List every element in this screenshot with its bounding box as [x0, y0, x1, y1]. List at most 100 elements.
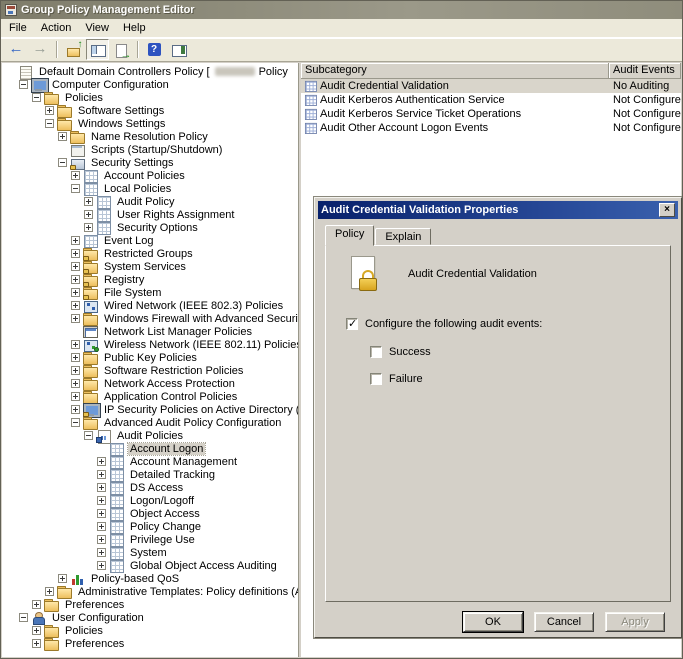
expander-plus-icon[interactable] — [32, 639, 41, 648]
tree-item[interactable]: Restricted Groups — [2, 247, 298, 261]
expander-plus-icon[interactable] — [97, 483, 106, 492]
expander-plus-icon[interactable] — [97, 522, 106, 531]
tree-item[interactable]: Default Domain Controllers Policy [Polic… — [2, 65, 298, 80]
expander-plus-icon[interactable] — [32, 600, 41, 609]
column-header-audit-events[interactable]: Audit Events — [609, 63, 681, 78]
tree-item[interactable]: Global Object Access Auditing — [2, 559, 298, 573]
show-action-pane-button[interactable] — [167, 39, 190, 60]
tree-item[interactable]: Policies — [2, 624, 298, 638]
expander-plus-icon[interactable] — [97, 535, 106, 544]
expander-plus-icon[interactable] — [97, 509, 106, 518]
tree-item[interactable]: File System — [2, 286, 298, 300]
expander-minus-icon[interactable] — [84, 431, 93, 440]
expander-plus-icon[interactable] — [71, 262, 80, 271]
tree-item[interactable]: Audit Policies — [2, 429, 298, 444]
tree-item[interactable]: Local Policies — [2, 182, 298, 196]
cancel-button[interactable]: Cancel — [534, 612, 594, 632]
expander-minus-icon[interactable] — [58, 158, 67, 167]
list-row[interactable]: Audit Other Account Logon Events Not Conf… — [301, 121, 681, 135]
tree-item[interactable]: Network Access Protection — [2, 377, 298, 391]
tree-item[interactable]: Security Options — [2, 221, 298, 235]
tree-item[interactable]: Application Control Policies — [2, 390, 298, 404]
show-console-tree-button[interactable] — [86, 39, 109, 60]
expander-plus-icon[interactable] — [97, 470, 106, 479]
success-checkbox[interactable] — [370, 346, 382, 358]
expander-plus-icon[interactable] — [45, 587, 54, 596]
expander-plus-icon[interactable] — [71, 301, 80, 310]
forward-button[interactable] — [29, 39, 52, 60]
failure-checkbox[interactable] — [370, 373, 382, 385]
tree-item[interactable]: Privilege Use — [2, 533, 298, 547]
tab-policy[interactable]: Policy — [325, 225, 375, 246]
help-button[interactable] — [143, 39, 166, 60]
expander-plus-icon[interactable] — [58, 132, 67, 141]
expander-minus-icon[interactable] — [45, 119, 54, 128]
ok-button[interactable]: OK — [463, 612, 523, 632]
tree-item[interactable]: System Services — [2, 260, 298, 274]
tree-item[interactable]: Name Resolution Policy — [2, 130, 298, 144]
tree-item[interactable]: Wireless Network (IEEE 802.11) Policies — [2, 338, 298, 352]
expander-plus-icon[interactable] — [84, 197, 93, 206]
expander-plus-icon[interactable] — [71, 392, 80, 401]
dialog-close-button[interactable]: × — [659, 203, 675, 217]
tree-item[interactable]: Audit Policy — [2, 195, 298, 209]
menu-file[interactable]: File — [2, 20, 34, 36]
tree-item[interactable]: Software Settings — [2, 104, 298, 118]
expander-plus-icon[interactable] — [71, 340, 80, 349]
expander-minus-icon[interactable] — [71, 418, 80, 427]
expander-minus-icon[interactable] — [19, 80, 28, 89]
expander-plus-icon[interactable] — [58, 574, 67, 583]
expander-plus-icon[interactable] — [71, 249, 80, 258]
tree-item[interactable]: Advanced Audit Policy Configuration — [2, 416, 298, 430]
tree-item[interactable]: Policies — [2, 91, 298, 105]
tree-item[interactable]: Windows Settings — [2, 117, 298, 131]
expander-minus-icon[interactable] — [19, 613, 28, 622]
expander-plus-icon[interactable] — [71, 353, 80, 362]
export-list-button[interactable] — [110, 39, 133, 61]
tree-item[interactable]: User Rights Assignment — [2, 208, 298, 222]
tree-item[interactable]: Software Restriction Policies — [2, 364, 298, 378]
tree-item[interactable]: Registry — [2, 273, 298, 287]
expander-minus-icon[interactable] — [32, 93, 41, 102]
expander-plus-icon[interactable] — [45, 106, 54, 115]
expander-plus-icon[interactable] — [71, 275, 80, 284]
expander-plus-icon[interactable] — [71, 366, 80, 375]
tree-item[interactable]: Event Log — [2, 234, 298, 248]
expander-plus-icon[interactable] — [97, 561, 106, 570]
tree-item[interactable]: Windows Firewall with Advanced Security — [2, 312, 298, 326]
tree-item[interactable]: Account Policies — [2, 169, 298, 183]
tree-item[interactable]: Administrative Templates: Policy definit… — [2, 585, 298, 599]
tree-item[interactable]: Detailed Tracking — [2, 468, 298, 482]
expander-plus-icon[interactable] — [97, 496, 106, 505]
column-header-subcategory[interactable]: Subcategory — [301, 63, 609, 78]
expander-plus-icon[interactable] — [32, 626, 41, 635]
tree-item[interactable]: Public Key Policies — [2, 351, 298, 365]
tree-item[interactable]: IP Security Policies on Active Directory… — [2, 402, 298, 418]
tree-item[interactable]: Object Access — [2, 507, 298, 521]
tab-explain[interactable]: Explain — [375, 228, 432, 245]
menu-help[interactable]: Help — [116, 20, 153, 36]
menu-view[interactable]: View — [78, 20, 116, 36]
expander-plus-icon[interactable] — [84, 223, 93, 232]
menu-action[interactable]: Action — [34, 20, 79, 36]
list-row[interactable]: Audit Kerberos Authentication Service Not… — [301, 93, 681, 107]
list-row[interactable]: Audit Credential Validation No Auditing — [301, 79, 681, 93]
expander-plus-icon[interactable] — [97, 548, 106, 557]
tree-item[interactable]: DS Access — [2, 481, 298, 495]
tree-item[interactable]: Scripts (Startup/Shutdown) — [2, 143, 298, 157]
expander-plus-icon[interactable] — [71, 405, 80, 414]
expander-plus-icon[interactable] — [97, 457, 106, 466]
tree-item[interactable]: Network List Manager Policies — [2, 325, 298, 338]
tree-item[interactable]: Policy Change — [2, 520, 298, 534]
up-button[interactable] — [62, 39, 85, 60]
back-button[interactable] — [5, 39, 28, 60]
expander-minus-icon[interactable] — [71, 184, 80, 193]
configure-checkbox[interactable] — [346, 317, 358, 330]
expander-plus-icon[interactable] — [71, 171, 80, 180]
tree-item[interactable]: Logon/Logoff — [2, 494, 298, 508]
expander-plus-icon[interactable] — [71, 236, 80, 245]
tree-item[interactable]: Computer Configuration — [2, 77, 298, 93]
tree-item[interactable]: User Configuration — [2, 611, 298, 625]
list-row[interactable]: Audit Kerberos Service Ticket Operations… — [301, 107, 681, 121]
tree-item[interactable]: Security Settings — [2, 156, 298, 170]
